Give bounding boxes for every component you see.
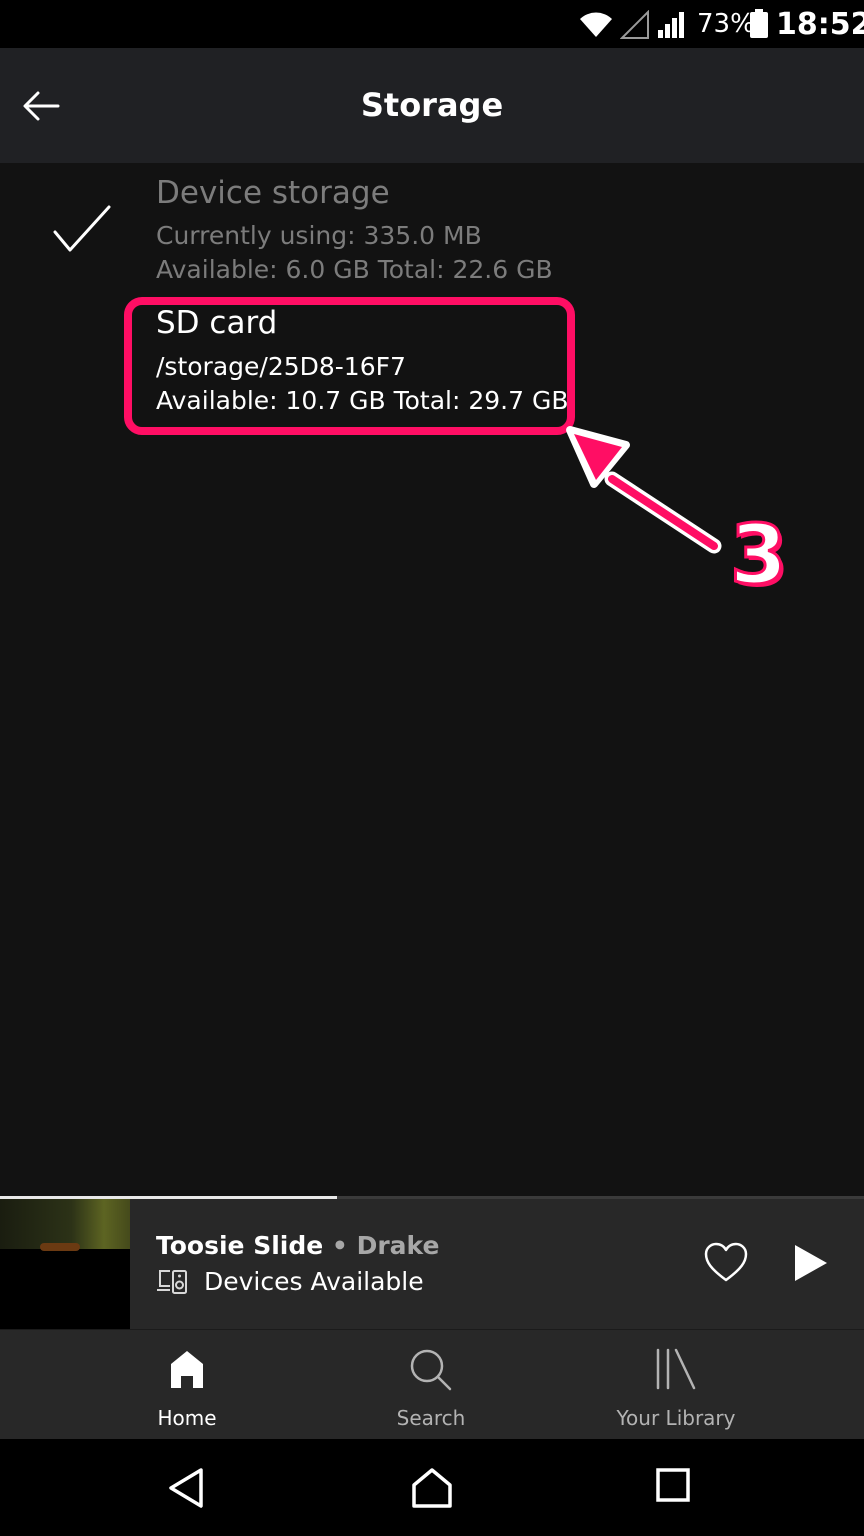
- device-storage-capacity: Available: 6.0 GB Total: 22.6 GB: [156, 255, 553, 284]
- nav-library-label: Your Library: [616, 1406, 736, 1430]
- devices-icon: [157, 1269, 187, 1294]
- battery-percentage: 73%: [697, 9, 755, 39]
- device-storage-option[interactable]: Device storage Currently using: 335.0 MB…: [156, 175, 553, 287]
- nav-search[interactable]: Search: [371, 1330, 491, 1440]
- device-storage-title: Device storage: [156, 175, 390, 211]
- library-icon: [656, 1348, 696, 1390]
- track-separator: •: [323, 1231, 357, 1260]
- track-artist: Drake: [356, 1231, 440, 1260]
- album-art-image: [0, 1199, 130, 1249]
- nav-home[interactable]: Home: [127, 1330, 247, 1440]
- bottom-nav: Home Search Your Library: [0, 1329, 864, 1439]
- page-title: Storage: [360, 86, 504, 124]
- annotation-step-number: 3: [728, 507, 788, 605]
- selected-check-icon: [53, 205, 111, 252]
- track-title: Toosie Slide: [156, 1231, 324, 1260]
- wifi-icon: [580, 12, 612, 38]
- nav-home-label: Home: [157, 1406, 217, 1430]
- mini-player[interactable]: Toosie Slide • Drake Devices Available: [0, 1199, 864, 1329]
- annotation-arrow-icon: [566, 426, 722, 554]
- home-icon: [171, 1351, 203, 1388]
- annotation-highlight-box: [124, 297, 575, 435]
- signal-strength-icon: [658, 12, 684, 38]
- play-button[interactable]: [793, 1243, 829, 1288]
- now-playing-info[interactable]: Toosie Slide • Drake: [156, 1231, 439, 1260]
- app-header: Storage: [0, 48, 864, 163]
- nav-library[interactable]: Your Library: [606, 1330, 746, 1440]
- device-storage-usage: Currently using: 335.0 MB: [156, 221, 482, 250]
- nav-search-label: Search: [396, 1406, 466, 1430]
- devices-available-button[interactable]: Devices Available: [156, 1267, 424, 1296]
- album-art-highlight: [40, 1243, 80, 1251]
- heart-icon: [704, 1242, 748, 1282]
- no-signal-icon: [620, 10, 649, 39]
- battery-icon: [750, 9, 768, 38]
- system-back-icon[interactable]: [166, 1467, 206, 1509]
- play-icon: [795, 1245, 827, 1281]
- system-home-icon[interactable]: [410, 1467, 454, 1509]
- album-art[interactable]: [0, 1199, 130, 1329]
- like-button[interactable]: [703, 1241, 749, 1288]
- clock: 18:52: [776, 7, 864, 42]
- devices-available-label: Devices Available: [204, 1267, 424, 1296]
- system-recents-icon[interactable]: [655, 1467, 691, 1503]
- status-bar: 73% 18:52: [0, 0, 864, 48]
- search-icon: [410, 1349, 452, 1391]
- system-nav-bar: [0, 1439, 864, 1536]
